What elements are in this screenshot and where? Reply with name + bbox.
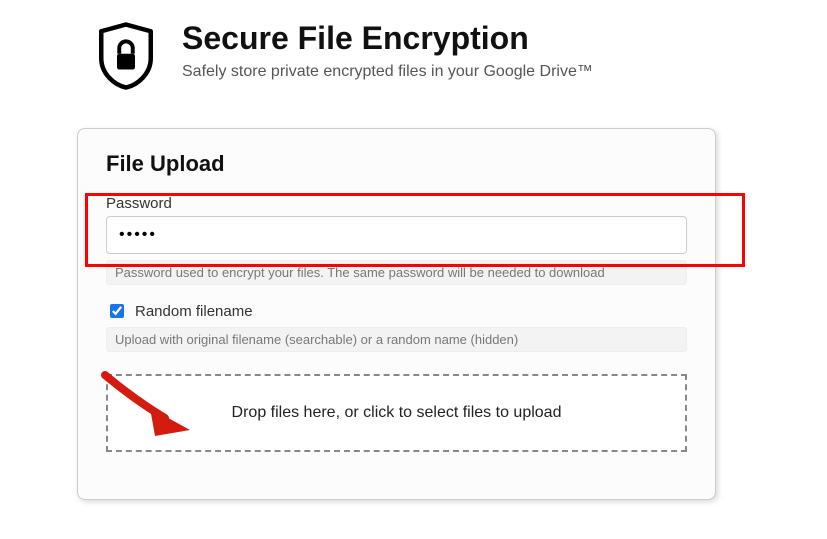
password-label: Password (106, 195, 687, 212)
upload-card: File Upload Password Password used to en… (77, 128, 716, 500)
app-subtitle: Safely store private encrypted files in … (182, 63, 593, 81)
app-title: Secure File Encryption (182, 20, 593, 57)
dropzone-text: Drop files here, or click to select file… (232, 404, 562, 422)
app-header: Secure File Encryption Safely store priv… (0, 0, 827, 92)
random-filename-label: Random filename (135, 303, 253, 320)
file-dropzone[interactable]: Drop files here, or click to select file… (106, 374, 687, 452)
password-input[interactable] (106, 216, 687, 254)
random-filename-hint: Upload with original filename (searchabl… (106, 327, 687, 352)
card-title: File Upload (106, 151, 687, 177)
random-filename-checkbox[interactable] (110, 304, 124, 318)
shield-lock-icon (90, 20, 162, 92)
password-hint: Password used to encrypt your files. The… (106, 260, 687, 285)
